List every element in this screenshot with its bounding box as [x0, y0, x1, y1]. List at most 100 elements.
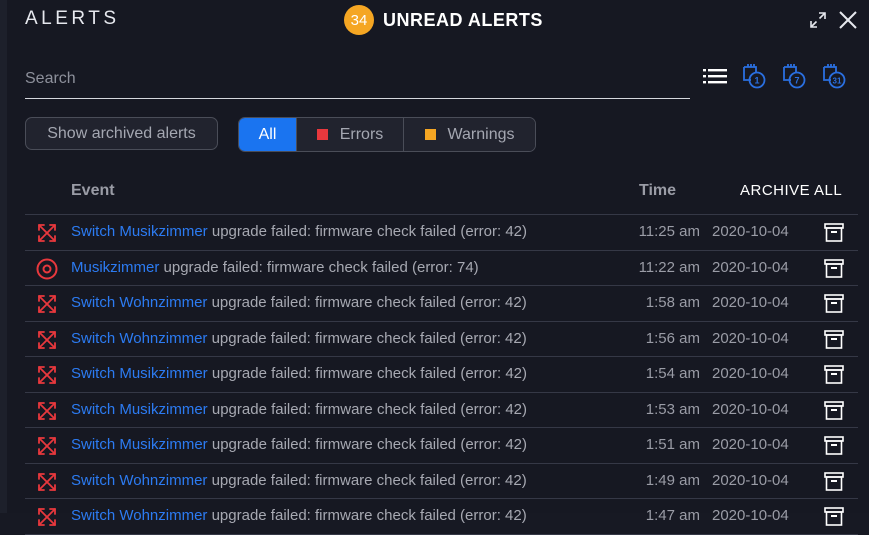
alert-time: 1:53 am	[645, 400, 700, 418]
svg-text:7: 7	[794, 76, 799, 86]
access-point-icon	[36, 258, 58, 280]
list-icon[interactable]	[702, 63, 728, 89]
event-message: upgrade failed: firmware check failed (e…	[211, 400, 527, 418]
alert-time: 1:58 am	[645, 294, 700, 311]
event-text: Switch Wohnzimmer upgrade failed: firmwa…	[71, 330, 527, 347]
device-link[interactable]: Switch Musikzimmer	[71, 365, 208, 382]
alert-date: 2020-10-04	[712, 223, 789, 240]
alerts-table: Switch Musikzimmer upgrade failed: firmw…	[25, 214, 858, 535]
alert-date: 2020-10-04	[712, 329, 789, 347]
alert-date: 2020-10-04	[712, 400, 789, 418]
event-text: Switch Musikzimmer upgrade failed: firmw…	[71, 436, 527, 453]
switch-icon	[36, 471, 58, 493]
alert-row[interactable]: Switch Wohnzimmer upgrade failed: firmwa…	[25, 499, 858, 535]
archive-icon[interactable]	[824, 223, 844, 242]
unread-count-badge: 34	[344, 5, 374, 35]
switch-icon	[36, 293, 58, 315]
calendar-31-days-icon[interactable]: 31	[822, 63, 848, 89]
expand-icon[interactable]	[808, 10, 828, 30]
left-edge-strip	[0, 0, 7, 513]
device-link[interactable]: Switch Musikzimmer	[71, 223, 208, 240]
alert-time: 1:56 am	[645, 329, 700, 347]
error-color-swatch	[316, 129, 328, 140]
archive-icon[interactable]	[824, 329, 844, 349]
alert-date: 2020-10-04	[712, 365, 789, 382]
switch-icon	[36, 400, 58, 422]
calendar-1-day-icon[interactable]: 1	[742, 63, 768, 89]
event-message: upgrade failed: firmware check failed (e…	[211, 365, 527, 382]
archive-icon[interactable]	[824, 294, 844, 313]
archive-icon[interactable]	[824, 365, 844, 384]
archive-icon[interactable]	[824, 507, 844, 526]
svg-text:31: 31	[833, 76, 842, 85]
event-text: Switch Musikzimmer upgrade failed: firmw…	[71, 223, 527, 240]
event-column-header[interactable]: Event	[71, 182, 115, 200]
device-link[interactable]: Switch Wohnzimmer	[71, 472, 207, 489]
device-link[interactable]: Switch Wohnzimmer	[71, 294, 207, 311]
search-input[interactable]	[25, 60, 690, 99]
event-message: upgrade failed: firmware check failed (e…	[211, 294, 527, 311]
event-text: Musikzimmer upgrade failed: firmware che…	[71, 259, 479, 276]
event-message: upgrade failed: firmware check failed (e…	[211, 471, 527, 489]
device-link[interactable]: Switch Musikzimmer	[71, 401, 208, 418]
event-message: upgrade failed: firmware check failed (e…	[211, 329, 527, 347]
calendar-7-days-icon[interactable]: 7	[782, 63, 808, 89]
archive-icon[interactable]	[824, 400, 844, 420]
filter-errors-label: Errors	[339, 125, 384, 143]
alert-row[interactable]: Switch Musikzimmer upgrade failed: firmw…	[25, 357, 858, 393]
archive-all-button[interactable]: ARCHIVE ALL	[740, 182, 842, 199]
archive-icon[interactable]	[824, 471, 844, 491]
alert-date: 2020-10-04	[712, 471, 789, 489]
archive-icon[interactable]	[824, 436, 844, 455]
alert-time: 1:51 am	[645, 436, 700, 453]
alert-time: 1:49 am	[645, 471, 700, 489]
show-archived-alerts-button[interactable]: Show archived alerts	[25, 117, 218, 150]
event-message: upgrade failed: firmware check failed (e…	[211, 507, 527, 524]
event-text: Switch Musikzimmer upgrade failed: firmw…	[71, 401, 527, 418]
device-link[interactable]: Switch Wohnzimmer	[71, 507, 207, 524]
unread-alerts-label: UNREAD ALERTS	[383, 9, 543, 30]
alert-time: 11:22 am	[638, 258, 700, 276]
time-column-header[interactable]: Time	[639, 182, 676, 200]
event-message: upgrade failed: firmware check failed (e…	[211, 223, 527, 240]
event-message: upgrade failed: firmware check failed (e…	[211, 436, 527, 453]
alert-row[interactable]: Switch Wohnzimmer upgrade failed: firmwa…	[25, 322, 858, 357]
archive-icon[interactable]	[824, 258, 844, 278]
close-icon[interactable]	[838, 10, 858, 30]
filter-all-label: All	[258, 125, 277, 143]
filter-all-tab[interactable]: All	[239, 118, 296, 151]
alert-date: 2020-10-04	[712, 294, 789, 311]
svg-text:1: 1	[754, 76, 759, 86]
alert-time: 1:47 am	[645, 507, 700, 524]
unread-alerts-indicator: 34 UNREAD ALERTS	[344, 5, 543, 35]
alert-date: 2020-10-04	[712, 436, 789, 453]
alert-row[interactable]: Switch Musikzimmer upgrade failed: firmw…	[25, 215, 858, 251]
event-text: Switch Wohnzimmer upgrade failed: firmwa…	[71, 472, 527, 489]
alert-row[interactable]: Switch Wohnzimmer upgrade failed: firmwa…	[25, 464, 858, 499]
alert-row[interactable]: Switch Musikzimmer upgrade failed: firmw…	[25, 428, 858, 464]
alert-time: 1:54 am	[645, 365, 700, 382]
device-link[interactable]: Switch Wohnzimmer	[71, 330, 207, 347]
device-link[interactable]: Switch Musikzimmer	[71, 436, 208, 453]
event-text: Switch Wohnzimmer upgrade failed: firmwa…	[71, 507, 527, 524]
switch-icon	[36, 222, 58, 244]
panel-title: ALERTS	[25, 8, 120, 29]
filter-warnings-label: Warnings	[447, 125, 515, 143]
filter-errors-tab[interactable]: Errors	[296, 118, 403, 151]
switch-icon	[36, 506, 58, 528]
event-text: Switch Wohnzimmer upgrade failed: firmwa…	[71, 294, 527, 311]
event-message: upgrade failed: firmware check failed (e…	[163, 258, 479, 276]
alert-row[interactable]: Musikzimmer upgrade failed: firmware che…	[25, 251, 858, 286]
alert-date: 2020-10-04	[712, 258, 789, 276]
switch-icon	[36, 435, 58, 457]
alert-row[interactable]: Switch Musikzimmer upgrade failed: firmw…	[25, 393, 858, 428]
device-link[interactable]: Musikzimmer	[71, 259, 159, 276]
filter-warnings-tab[interactable]: Warnings	[403, 118, 535, 151]
switch-icon	[36, 364, 58, 386]
warning-color-swatch	[424, 129, 436, 140]
alert-date: 2020-10-04	[712, 507, 789, 524]
alert-type-filter: All Errors Warnings	[238, 117, 536, 152]
event-text: Switch Musikzimmer upgrade failed: firmw…	[71, 365, 527, 382]
alert-row[interactable]: Switch Wohnzimmer upgrade failed: firmwa…	[25, 286, 858, 322]
switch-icon	[36, 329, 58, 351]
